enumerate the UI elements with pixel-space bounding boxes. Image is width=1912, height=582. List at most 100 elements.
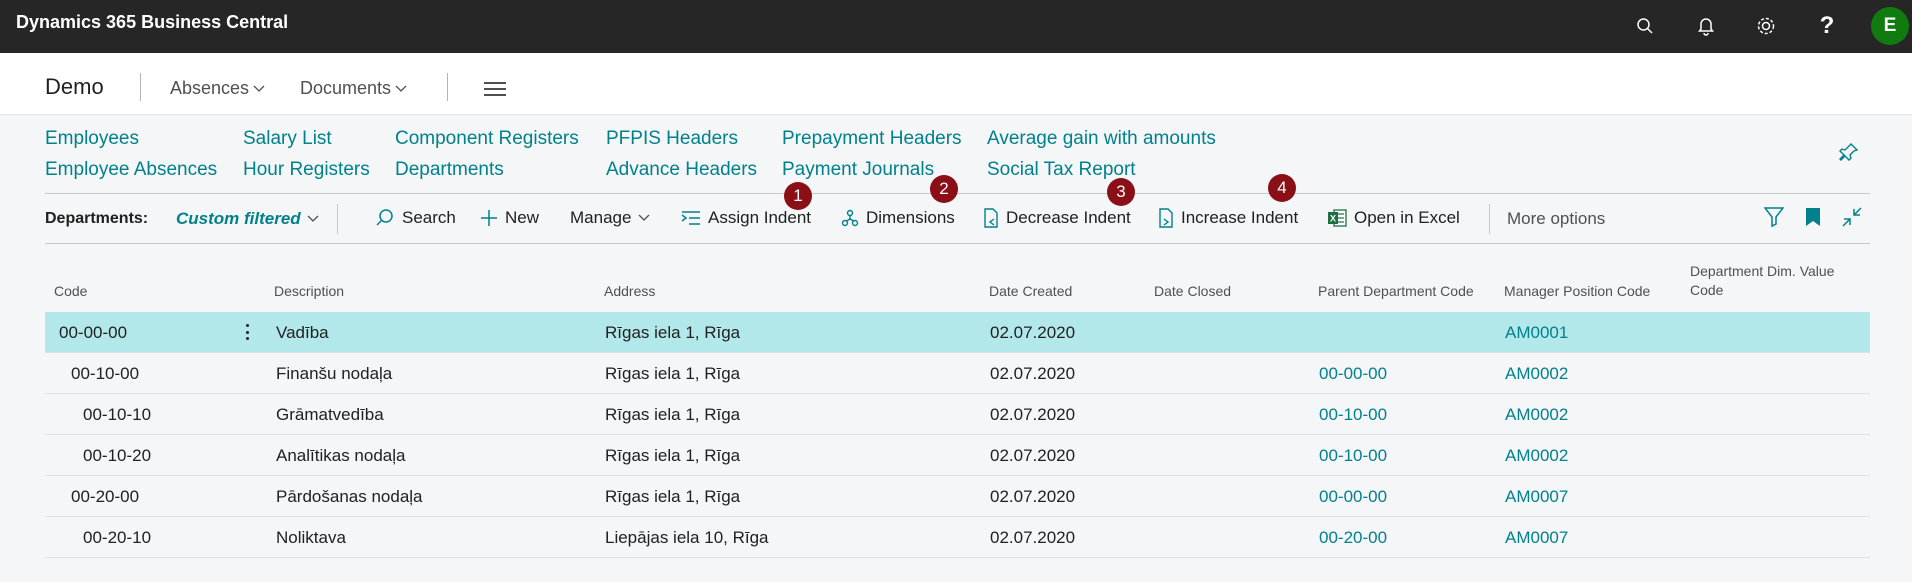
chevron-down-icon: [307, 215, 319, 222]
new-button-label: New: [505, 208, 540, 227]
new-button[interactable]: New: [480, 208, 539, 228]
cell-manager-position-code[interactable]: AM0007: [1505, 528, 1568, 548]
cell-address: Rīgas iela 1, Rīga: [605, 446, 741, 465]
table-row[interactable]: 00-00-00 Vadība Rīgas iela 1, Rīga 02.07…: [45, 312, 1870, 353]
table-row[interactable]: 00-20-10 Noliktava Liepājas iela 10, Rīg…: [45, 517, 1870, 558]
company-name[interactable]: Demo: [45, 74, 104, 100]
table-row[interactable]: 00-10-00 Finanšu nodaļa Rīgas iela 1, Rī…: [45, 353, 1870, 394]
cell-description: Vadība: [276, 323, 329, 342]
column-header-department-dim-value-code[interactable]: Department Dim. Value Code: [1690, 262, 1860, 300]
decrease-indent-icon: [984, 208, 998, 228]
assign-indent-label: Assign Indent: [708, 208, 812, 227]
chevron-down-icon: [638, 214, 650, 221]
decrease-indent-button[interactable]: Decrease Indent: [983, 208, 1131, 228]
step-badge-2: 2: [930, 175, 958, 203]
link-advance-headers[interactable]: Advance Headers: [606, 159, 757, 181]
view-filter-dropdown[interactable]: Custom filtered: [176, 209, 319, 229]
column-header-parent-department-code[interactable]: Parent Department Code: [1318, 282, 1474, 301]
row-actions-icon[interactable]: [239, 321, 255, 343]
cell-parent-department-code[interactable]: 00-20-00: [1319, 528, 1387, 548]
table-row[interactable]: 00-10-10 Grāmatvedība Rīgas iela 1, Rīga…: [45, 394, 1870, 435]
cell-description: Grāmatvedība: [276, 405, 384, 424]
cell-date-created: 02.07.2020: [990, 323, 1076, 342]
collapse-icon[interactable]: [1841, 206, 1863, 233]
column-header-description[interactable]: Description: [274, 282, 344, 301]
cell-manager-position-code[interactable]: AM0002: [1505, 446, 1568, 466]
pin-icon[interactable]: [1838, 141, 1860, 168]
step-badge-1: 1: [784, 182, 812, 210]
nav-menu-absences[interactable]: Absences: [170, 78, 265, 99]
search-icon[interactable]: [1629, 10, 1661, 42]
cell-parent-department-code[interactable]: 00-10-00: [1319, 446, 1387, 466]
cell-manager-position-code[interactable]: AM0007: [1505, 487, 1568, 507]
increase-indent-button[interactable]: Increase Indent: [1158, 208, 1298, 228]
open-in-excel-button[interactable]: X Open in Excel: [1327, 208, 1460, 228]
cell-manager-position-code[interactable]: AM0002: [1505, 364, 1568, 384]
view-name-label: Custom filtered: [176, 209, 301, 228]
cell-manager-position-code[interactable]: AM0001: [1505, 323, 1568, 343]
link-employee-absences[interactable]: Employee Absences: [45, 159, 217, 181]
cell-date-created: 02.07.2020: [990, 446, 1076, 465]
gear-icon[interactable]: [1750, 10, 1782, 42]
filter-icon[interactable]: [1763, 206, 1785, 233]
column-header-address[interactable]: Address: [604, 282, 655, 301]
cell-parent-department-code[interactable]: 00-00-00: [1319, 487, 1387, 507]
column-header-manager-position-code[interactable]: Manager Position Code: [1504, 282, 1650, 301]
link-social-tax-report[interactable]: Social Tax Report: [987, 159, 1136, 181]
dimensions-label: Dimensions: [866, 208, 955, 227]
link-average-gain[interactable]: Average gain with amounts: [987, 128, 1216, 150]
cell-parent-department-code[interactable]: 00-00-00: [1319, 364, 1387, 384]
step-badge-3: 3: [1107, 178, 1135, 206]
table-row[interactable]: 00-20-00 Pārdošanas nodaļa Rīgas iela 1,…: [45, 476, 1870, 517]
cell-parent-department-code[interactable]: 00-10-00: [1319, 405, 1387, 425]
action-separator: [1489, 204, 1490, 234]
bookmark-icon[interactable]: [1804, 206, 1822, 233]
cell-description: Analītikas nodaļa: [276, 446, 406, 465]
bell-icon[interactable]: [1690, 10, 1722, 42]
cell-description: Pārdošanas nodaļa: [276, 487, 423, 506]
cell-code: 00-10-20: [83, 446, 152, 465]
cell-date-created: 02.07.2020: [990, 405, 1076, 424]
link-payment-journals[interactable]: Payment Journals: [782, 159, 934, 181]
search-icon: [376, 209, 393, 226]
cell-address: Rīgas iela 1, Rīga: [605, 487, 741, 506]
cell-manager-position-code[interactable]: AM0002: [1505, 405, 1568, 425]
help-icon[interactable]: ?: [1811, 10, 1843, 42]
cell-address: Rīgas iela 1, Rīga: [605, 323, 741, 342]
dimensions-button[interactable]: Dimensions: [841, 208, 955, 228]
assign-indent-button[interactable]: Assign Indent: [681, 208, 811, 228]
link-pfpis-headers[interactable]: PFPIS Headers: [606, 128, 738, 150]
link-employees[interactable]: Employees: [45, 128, 139, 150]
cell-code: 00-20-10: [83, 528, 152, 547]
hamburger-icon[interactable]: [484, 82, 506, 100]
excel-icon: X: [1328, 209, 1347, 227]
link-departments[interactable]: Departments: [395, 159, 504, 181]
link-salary-list[interactable]: Salary List: [243, 128, 332, 150]
search-button[interactable]: Search: [375, 208, 456, 228]
search-button-label: Search: [402, 208, 456, 227]
nav-menu-label: Documents: [300, 78, 392, 98]
action-bar-bottom-border: [45, 243, 1870, 244]
chevron-down-icon: [253, 85, 265, 92]
link-hour-registers[interactable]: Hour Registers: [243, 159, 370, 181]
increase-indent-icon: [1159, 208, 1173, 228]
cell-address: Rīgas iela 1, Rīga: [605, 405, 741, 424]
navigation-bar: Demo Absences Documents: [0, 53, 1912, 115]
link-component-registers[interactable]: Component Registers: [395, 128, 579, 150]
table-row[interactable]: 00-10-20 Analītikas nodaļa Rīgas iela 1,…: [45, 435, 1870, 476]
step-badge-4: 4: [1268, 174, 1296, 202]
cell-address: Liepājas iela 10, Rīga: [605, 528, 769, 547]
increase-indent-label: Increase Indent: [1181, 208, 1299, 227]
link-prepayment-headers[interactable]: Prepayment Headers: [782, 128, 962, 150]
more-options-button[interactable]: More options: [1507, 209, 1605, 229]
column-header-date-created[interactable]: Date Created: [989, 282, 1072, 301]
dimensions-icon: [841, 209, 859, 227]
column-header-code[interactable]: Code: [54, 282, 87, 301]
decrease-indent-label: Decrease Indent: [1006, 208, 1131, 227]
column-header-date-closed[interactable]: Date Closed: [1154, 282, 1231, 301]
avatar[interactable]: E: [1871, 7, 1909, 45]
manage-button[interactable]: Manage: [570, 208, 650, 228]
cell-description: Finanšu nodaļa: [276, 364, 393, 383]
assign-indent-icon: [681, 211, 700, 225]
nav-menu-documents[interactable]: Documents: [300, 78, 407, 99]
